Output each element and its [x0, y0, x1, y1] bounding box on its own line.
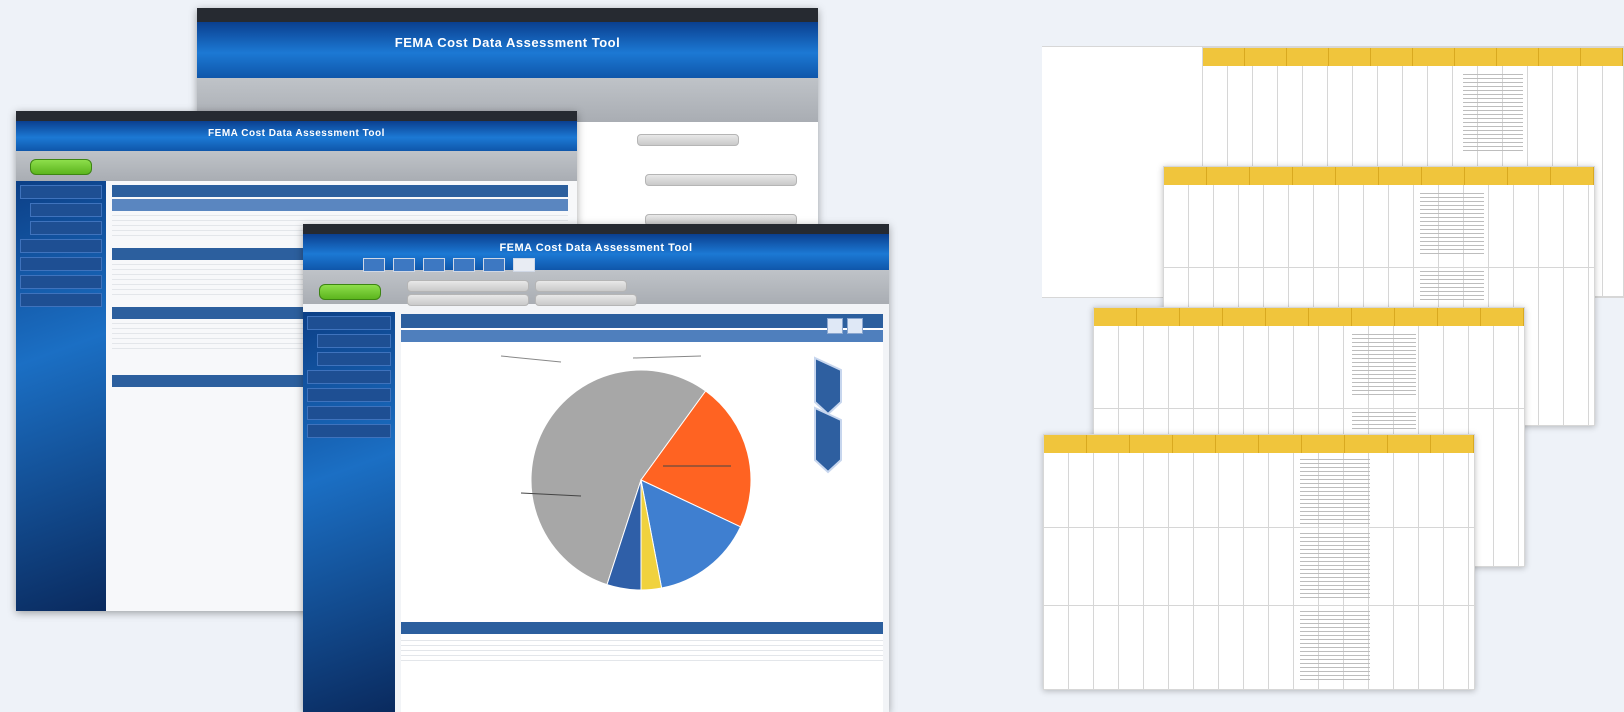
chart-header [401, 314, 883, 328]
sidebar-item[interactable] [307, 388, 391, 402]
sidebar-item[interactable] [307, 370, 391, 384]
window-title: FEMA Cost Data Assessment Tool [499, 242, 693, 254]
chart-panel [401, 314, 883, 712]
section-header [112, 199, 568, 211]
sidebar-item[interactable] [307, 406, 391, 420]
toolbar [16, 151, 577, 181]
tab[interactable] [393, 258, 415, 272]
window-topbar [197, 8, 818, 22]
sheet-header-row [1164, 167, 1594, 185]
window-topbar [303, 224, 889, 234]
nav-pill[interactable] [637, 134, 739, 146]
nav-pill[interactable] [645, 174, 797, 186]
pie-chart [500, 355, 842, 591]
sidebar-item[interactable] [20, 257, 102, 271]
window-banner: FEMA Cost Data Assessment Tool [16, 121, 577, 151]
sheet-text-block [1300, 533, 1370, 599]
chevron-nav-icon[interactable] [814, 356, 842, 416]
sidebar-item[interactable] [317, 352, 391, 366]
sidebar-item[interactable] [20, 293, 102, 307]
sheet-text-block [1420, 271, 1484, 301]
sidebar [16, 181, 106, 611]
table-header [401, 622, 883, 634]
sheet-header-row [1094, 308, 1524, 326]
sidebar-item[interactable] [307, 424, 391, 438]
window-title: FEMA Cost Data Assessment Tool [394, 35, 621, 50]
sidebar-item[interactable] [20, 239, 102, 253]
section-header [112, 185, 568, 197]
green-action-button[interactable] [319, 284, 381, 300]
sheet-text-block [1420, 193, 1484, 257]
sheet-text-block [1300, 459, 1370, 525]
export-icon[interactable] [827, 318, 843, 334]
chart-subheader [401, 330, 883, 342]
front-window: FEMA Cost Data Assessment Tool [303, 224, 889, 712]
spreadsheet-page [1043, 434, 1475, 690]
sidebar-item[interactable] [20, 185, 102, 199]
tab[interactable] [483, 258, 505, 272]
sidebar [303, 312, 395, 712]
tab[interactable] [453, 258, 475, 272]
sidebar-item[interactable] [307, 316, 391, 330]
leader-line [632, 355, 702, 359]
chevron-nav-icon[interactable] [814, 406, 842, 474]
sheet-header-row [1203, 48, 1623, 66]
sheet-header-row [1044, 435, 1474, 453]
summary-table [401, 636, 883, 661]
sheet-text-block [1463, 74, 1523, 154]
table-row [401, 656, 883, 661]
sheet-grid [1044, 453, 1474, 689]
toolbar-field[interactable] [535, 280, 627, 292]
sheet-text-block [1300, 611, 1370, 681]
sidebar-item[interactable] [317, 334, 391, 348]
toolbar-field[interactable] [407, 280, 529, 292]
window-banner: FEMA Cost Data Assessment Tool [197, 22, 818, 78]
leader-line [500, 355, 562, 363]
sidebar-item[interactable] [30, 221, 102, 235]
toolbar-field[interactable] [535, 294, 637, 306]
toolbar-field[interactable] [407, 294, 529, 306]
window-topbar [16, 111, 577, 121]
tab-strip [363, 258, 535, 272]
sidebar-item[interactable] [30, 203, 102, 217]
window-title: FEMA Cost Data Assessment Tool [208, 128, 385, 139]
green-action-button[interactable] [30, 159, 92, 175]
tab[interactable] [423, 258, 445, 272]
sheet-text-block [1352, 334, 1416, 398]
tab[interactable] [363, 258, 385, 272]
sidebar-item[interactable] [20, 275, 102, 289]
tab-active[interactable] [513, 258, 535, 272]
sheet-text-block [1352, 412, 1416, 432]
print-icon[interactable] [847, 318, 863, 334]
